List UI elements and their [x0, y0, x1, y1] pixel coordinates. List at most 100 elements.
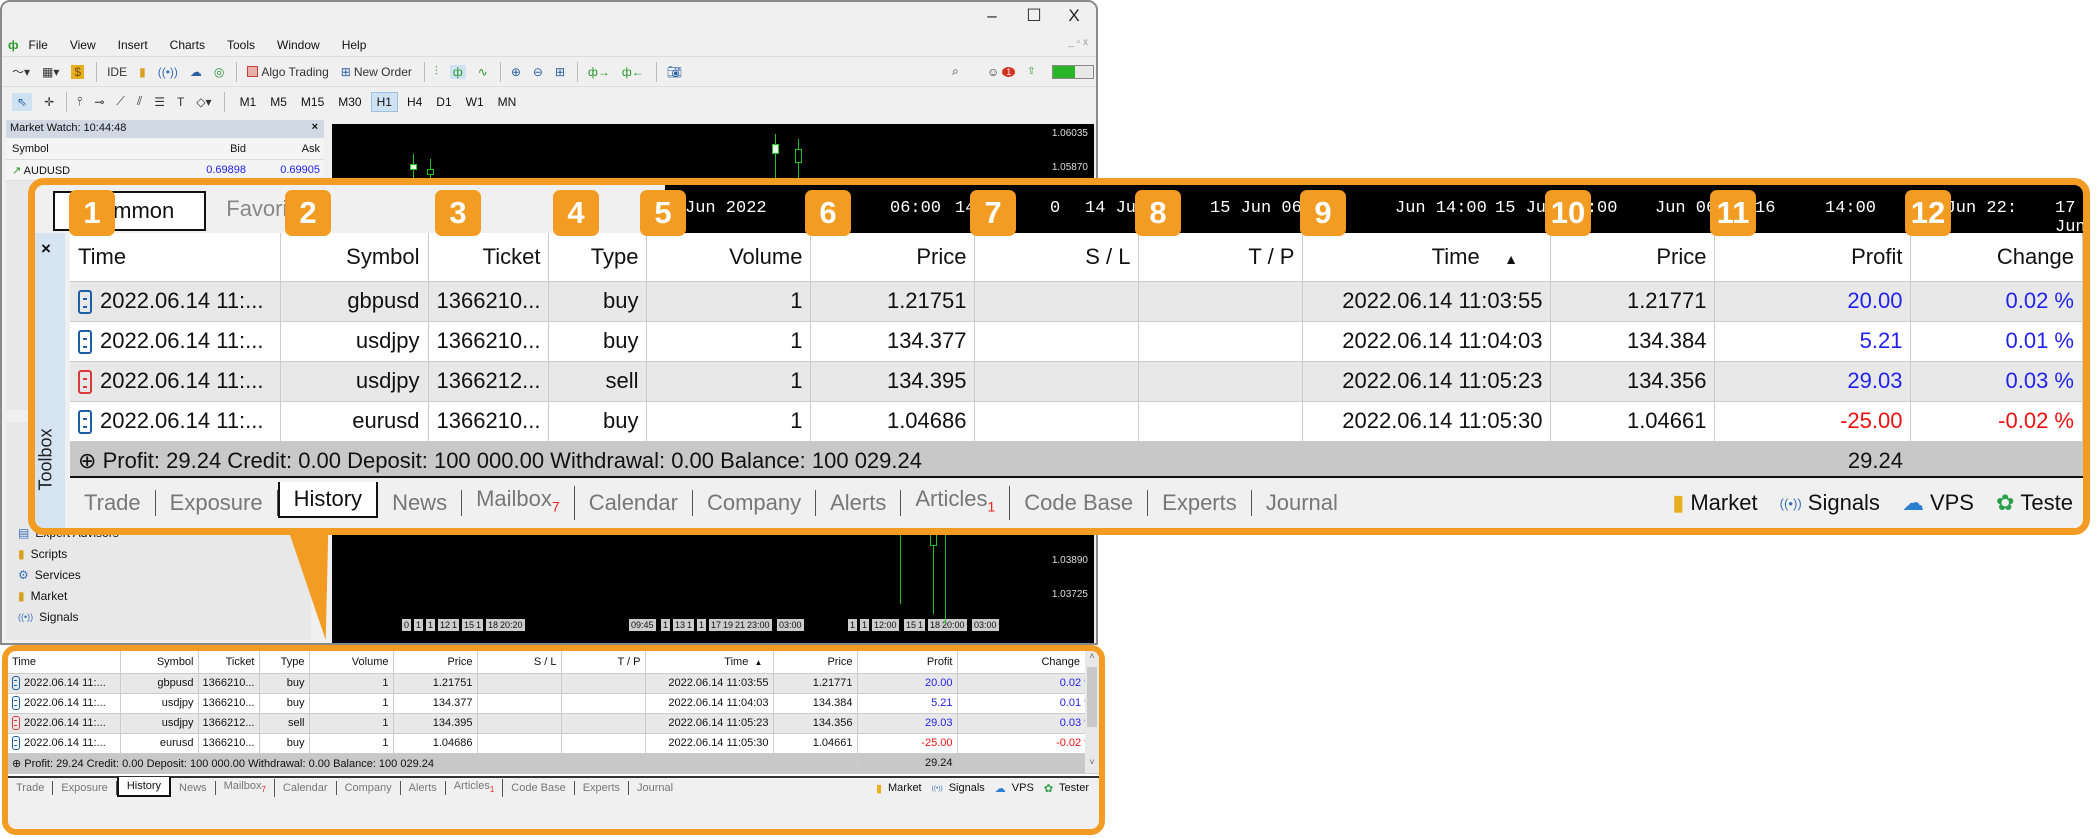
tab-mailbox[interactable]: Mailbox7 — [216, 778, 275, 798]
signals-icon[interactable]: ((•)) — [158, 65, 178, 79]
column-close-time[interactable]: Time ▲ — [1302, 233, 1552, 282]
column-symbol[interactable]: Symbol — [280, 233, 429, 282]
vertical-line-icon[interactable]: ⫯ — [77, 94, 82, 109]
tab-calendar[interactable]: Calendar — [575, 490, 693, 516]
table-row[interactable]: 2022.06.14 11:... usdjpy 1366210... buy 1 134… — [8, 693, 1099, 714]
tester-link[interactable]: ✿ Teste — [1996, 490, 2073, 516]
column-type[interactable]: Type — [259, 651, 310, 674]
zoom-in-icon[interactable]: ⊕ — [511, 65, 521, 79]
column-profit[interactable]: Profit — [857, 651, 958, 674]
column-change[interactable]: Change — [1910, 233, 2083, 282]
nav-item-market[interactable]: ▮ Market — [6, 585, 311, 606]
fibonacci-icon[interactable]: ☰ — [154, 95, 165, 109]
scroll-up-icon[interactable]: ˄ — [1085, 651, 1099, 661]
tab-experts[interactable]: Experts — [575, 781, 630, 795]
table-row[interactable]: 2022.06.14 11:... gbpusd 1366210... buy 1 1.2… — [8, 673, 1099, 694]
radar-icon[interactable]: ◎ — [214, 65, 224, 79]
tab-history[interactable]: History — [277, 482, 379, 518]
vps-cloud-icon[interactable]: ☁ — [190, 65, 202, 79]
ide-button[interactable]: IDE — [107, 65, 127, 79]
column-close-price[interactable]: Price — [773, 651, 858, 674]
table-row[interactable]: 2022.06.14 11:... usdjpy 1366212... sell 1 13… — [8, 713, 1099, 734]
column-volume[interactable]: Volume — [309, 651, 394, 674]
nav-item-scripts[interactable]: ▮ Scripts — [6, 543, 311, 564]
timeframe-h1[interactable]: H1 — [370, 91, 398, 112]
menu-view[interactable]: View — [70, 38, 96, 52]
signals-link[interactable]: ((•)) Signals — [932, 782, 985, 795]
timeframe-h4[interactable]: H4 — [402, 93, 427, 111]
close-icon[interactable]: × — [312, 121, 318, 133]
column-sl[interactable]: S / L — [974, 233, 1140, 282]
column-volume[interactable]: Volume — [646, 233, 812, 282]
column-tp[interactable]: T / P — [561, 651, 646, 674]
column-bid[interactable]: Bid — [166, 143, 246, 155]
column-change[interactable]: Change — [957, 651, 1099, 674]
dollar-icon[interactable]: $ — [71, 64, 85, 79]
tab-news[interactable]: News — [378, 490, 463, 516]
algo-trading-button[interactable]: Algo Trading — [247, 65, 329, 79]
table-row[interactable]: 2022.06.14 11:... eurusd 1366210... buy 1 1.0… — [8, 733, 1099, 754]
close-icon[interactable]: × — [41, 239, 51, 259]
autoscroll-icon[interactable]: ф← — [622, 65, 644, 79]
menu-help[interactable]: Help — [342, 38, 367, 52]
candlestick-icon[interactable]: ф — [449, 64, 466, 79]
column-symbol[interactable]: Symbol — [6, 143, 166, 155]
column-close-price[interactable]: Price — [1550, 233, 1716, 282]
timeframe-m1[interactable]: M1 — [235, 93, 262, 111]
tile-windows-icon[interactable]: ⊞ — [555, 65, 565, 79]
tab-trade[interactable]: Trade — [70, 490, 156, 516]
tab-experts[interactable]: Experts — [1148, 490, 1252, 516]
tab-news[interactable]: News — [171, 781, 216, 795]
tab-articles[interactable]: Articles1 — [446, 778, 504, 798]
lvl-icon[interactable]: ⇧ — [1027, 66, 1035, 77]
menu-file[interactable]: File — [29, 38, 48, 52]
tab-company[interactable]: Company — [337, 781, 401, 795]
minimize-button[interactable]: – — [972, 6, 1012, 26]
tab-mailbox[interactable]: Mailbox7 — [462, 486, 575, 520]
table-row[interactable]: 2022.06.14 11:... eurusd 1366210... buy 1 1.0… — [70, 401, 2083, 442]
tab-articles[interactable]: Articles1 — [901, 486, 1011, 520]
tab-history[interactable]: History — [116, 776, 172, 797]
search-icon[interactable]: ⌕ — [952, 64, 959, 79]
tab-journal[interactable]: Journal — [1252, 490, 1352, 516]
zoom-out-icon[interactable]: ⊖ — [533, 65, 543, 79]
new-order-button[interactable]: ⊞ New Order — [341, 65, 412, 79]
tab-trade[interactable]: Trade — [8, 781, 54, 795]
notifications-icon[interactable]: ☺ 1 — [987, 65, 1016, 79]
chart-type-icon[interactable]: 〜▾ — [12, 63, 30, 80]
cursor-icon[interactable]: ⇖ — [12, 92, 33, 111]
mdi-controls[interactable]: _ ▫ x — [1068, 37, 1088, 48]
menu-tools[interactable]: Tools — [227, 38, 255, 52]
tab-journal[interactable]: Journal — [629, 781, 681, 795]
column-price[interactable]: Price — [393, 651, 478, 674]
menu-charts[interactable]: Charts — [170, 38, 205, 52]
tab-company[interactable]: Company — [693, 490, 817, 516]
vertical-scrollbar[interactable]: ˄ ˅ — [1085, 651, 1099, 773]
timeframe-d1[interactable]: D1 — [431, 93, 456, 111]
column-type[interactable]: Type — [548, 233, 648, 282]
text-icon[interactable]: T — [177, 95, 184, 109]
maximize-button[interactable]: ☐ — [1014, 6, 1054, 26]
tab-code-base[interactable]: Code Base — [503, 781, 575, 795]
trendline-icon[interactable]: ⟋ — [116, 94, 124, 109]
tab-exposure[interactable]: Exposure — [156, 490, 278, 516]
nav-item-services[interactable]: ⚙ Services — [6, 564, 311, 585]
tab-alerts[interactable]: Alerts — [816, 490, 902, 516]
horizontal-line-icon[interactable]: ⊸ — [94, 95, 104, 109]
shapes-icon[interactable]: ◇▾ — [196, 95, 211, 109]
table-row[interactable]: 2022.06.14 11:... gbpusd 1366210... buy 1 1.2… — [70, 281, 2083, 322]
menu-window[interactable]: Window — [277, 38, 320, 52]
vps-link[interactable]: ☁ VPS — [1902, 490, 1974, 516]
timeframe-w1[interactable]: W1 — [461, 93, 489, 111]
market-link[interactable]: ▮ Market — [1672, 490, 1757, 516]
crosshair-icon[interactable]: ✛ — [44, 95, 54, 109]
table-row[interactable]: 2022.06.14 11:... usdjpy 1366210... buy 1 134… — [70, 321, 2083, 362]
table-row[interactable]: 2022.06.14 11:... usdjpy 1366212... sell 1 13… — [70, 361, 2083, 402]
menu-insert[interactable]: Insert — [118, 38, 148, 52]
market-bag-icon[interactable]: ▮ — [139, 65, 146, 79]
column-ask[interactable]: Ask — [246, 143, 320, 155]
tab-exposure[interactable]: Exposure — [53, 781, 117, 795]
equidistant-channel-icon[interactable]: ⫽ — [137, 94, 142, 109]
timeframe-m30[interactable]: M30 — [333, 93, 366, 111]
column-open-time[interactable]: Time — [8, 651, 121, 674]
